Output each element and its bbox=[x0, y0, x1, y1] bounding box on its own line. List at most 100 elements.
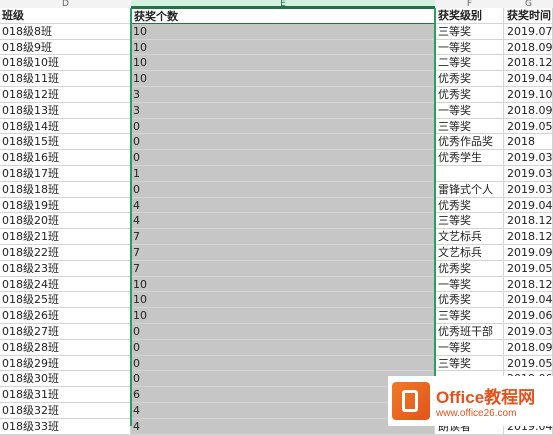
class-cell[interactable]: 018级32班 bbox=[0, 403, 131, 419]
time-cell[interactable]: 2019.04 bbox=[504, 197, 553, 214]
class-cell[interactable]: 018级15班 bbox=[0, 134, 131, 151]
level-cell[interactable]: 一等奖 bbox=[435, 339, 504, 356]
count-cell[interactable]: 7 bbox=[131, 229, 435, 245]
count-cell[interactable]: 3 bbox=[131, 87, 435, 103]
class-cell[interactable]: 018级28班 bbox=[0, 339, 131, 356]
class-cell[interactable]: 018级23班 bbox=[0, 260, 131, 277]
level-cell[interactable]: 优秀奖 bbox=[435, 260, 504, 277]
time-cell[interactable]: 2019.03 bbox=[504, 324, 553, 340]
class-cell[interactable]: 018级11班 bbox=[0, 71, 131, 87]
level-cell[interactable]: 三等奖 bbox=[435, 308, 504, 324]
class-cell[interactable]: 018级16班 bbox=[0, 150, 131, 166]
spreadsheet-grid[interactable]: D E F G 班级 获奖个数 获奖级别 获奖时间 018级8班 10 三等奖 201… bbox=[0, 0, 553, 435]
class-cell[interactable]: 018级26班 bbox=[0, 308, 131, 324]
time-cell[interactable]: 2019.05 bbox=[504, 118, 553, 135]
count-cell[interactable]: 10 bbox=[131, 39, 435, 56]
level-cell[interactable] bbox=[435, 166, 504, 182]
class-cell[interactable]: 018级18班 bbox=[0, 181, 131, 198]
time-cell[interactable]: 2018 bbox=[504, 134, 553, 151]
count-cell[interactable]: 0 bbox=[131, 118, 435, 135]
level-cell[interactable]: 优秀奖 bbox=[435, 292, 504, 309]
class-cell[interactable]: 018级9班 bbox=[0, 39, 131, 56]
level-cell[interactable]: 三等奖 bbox=[435, 213, 504, 230]
level-cell[interactable]: 优秀班干部 bbox=[435, 324, 504, 340]
count-cell[interactable]: 0 bbox=[131, 181, 435, 198]
count-cell[interactable]: 0 bbox=[131, 355, 435, 372]
header-cell-count[interactable]: 获奖个数 bbox=[131, 8, 435, 24]
level-cell[interactable]: 优秀作品奖 bbox=[435, 134, 504, 151]
level-cell[interactable]: 三等奖 bbox=[435, 23, 504, 40]
level-cell[interactable]: 优秀奖 bbox=[435, 197, 504, 214]
time-cell[interactable]: 2019.04 bbox=[504, 292, 553, 309]
class-cell[interactable]: 018级29班 bbox=[0, 355, 131, 372]
time-cell[interactable]: 2018.12 bbox=[504, 229, 553, 245]
level-cell[interactable]: 三等奖 bbox=[435, 355, 504, 372]
class-cell[interactable]: 018级33班 bbox=[0, 418, 131, 435]
time-cell[interactable]: 2018.09 bbox=[504, 39, 553, 56]
time-cell[interactable]: 2019.09 bbox=[504, 245, 553, 261]
time-cell[interactable]: 2019.04 bbox=[504, 71, 553, 87]
class-cell[interactable]: 018级13班 bbox=[0, 102, 131, 119]
level-cell[interactable]: 三等奖 bbox=[435, 118, 504, 135]
class-cell[interactable]: 018级8班 bbox=[0, 23, 131, 40]
class-cell[interactable]: 018级20班 bbox=[0, 213, 131, 230]
level-cell[interactable]: 一等奖 bbox=[435, 102, 504, 119]
class-cell[interactable]: 018级22班 bbox=[0, 245, 131, 261]
class-cell[interactable]: 018级19班 bbox=[0, 197, 131, 214]
level-cell[interactable]: 二等奖 bbox=[435, 55, 504, 72]
count-cell[interactable]: 1 bbox=[131, 166, 435, 182]
time-cell[interactable]: 2019.03 bbox=[504, 150, 553, 166]
column-header-d[interactable]: D bbox=[0, 0, 132, 8]
time-cell[interactable]: 2018.12 bbox=[504, 55, 553, 72]
class-cell[interactable]: 018级24班 bbox=[0, 276, 131, 293]
count-cell[interactable]: 10 bbox=[131, 308, 435, 324]
time-cell[interactable]: 2019.06 bbox=[504, 308, 553, 324]
count-cell[interactable]: 7 bbox=[131, 260, 435, 277]
time-cell[interactable]: 2019.10 bbox=[504, 87, 553, 103]
level-cell[interactable]: 一等奖 bbox=[435, 276, 504, 293]
time-cell[interactable]: 2019.03 bbox=[504, 181, 553, 198]
class-cell[interactable]: 018级27班 bbox=[0, 324, 131, 340]
time-cell[interactable]: 2018.09 bbox=[504, 102, 553, 119]
header-cell-time[interactable]: 获奖时间 bbox=[504, 8, 553, 24]
class-cell[interactable]: 018级25班 bbox=[0, 292, 131, 309]
count-cell[interactable]: 10 bbox=[131, 292, 435, 309]
time-cell[interactable]: 2019.05 bbox=[504, 260, 553, 277]
header-cell-level[interactable]: 获奖级别 bbox=[435, 8, 504, 24]
level-cell[interactable]: 一等奖 bbox=[435, 39, 504, 56]
column-header-g[interactable]: G bbox=[504, 0, 553, 8]
count-cell[interactable]: 0 bbox=[131, 324, 435, 340]
level-cell[interactable]: 雷锋式个人 bbox=[435, 181, 504, 198]
time-cell[interactable]: 2019.03 bbox=[504, 166, 553, 182]
time-cell[interactable]: 2019.07 bbox=[504, 23, 553, 40]
level-cell[interactable]: 优秀学生 bbox=[435, 150, 504, 166]
level-cell[interactable]: 优秀奖 bbox=[435, 71, 504, 87]
column-header-f[interactable]: F bbox=[435, 0, 505, 8]
class-cell[interactable]: 018级31班 bbox=[0, 387, 131, 403]
level-cell[interactable]: 优秀奖 bbox=[435, 87, 504, 103]
count-cell[interactable]: 0 bbox=[131, 134, 435, 151]
class-cell[interactable]: 018级17班 bbox=[0, 166, 131, 182]
count-cell[interactable]: 0 bbox=[131, 150, 435, 166]
time-cell[interactable]: 2018.12 bbox=[504, 276, 553, 293]
count-cell[interactable]: 10 bbox=[131, 55, 435, 72]
count-cell[interactable]: 10 bbox=[131, 276, 435, 293]
class-cell[interactable]: 018级14班 bbox=[0, 118, 131, 135]
time-cell[interactable]: 2018.09 bbox=[504, 339, 553, 356]
header-cell-class[interactable]: 班级 bbox=[0, 8, 131, 24]
count-cell[interactable]: 3 bbox=[131, 102, 435, 119]
level-cell[interactable]: 文艺标兵 bbox=[435, 229, 504, 245]
time-cell[interactable]: 2019.05 bbox=[504, 355, 553, 372]
column-header-e[interactable]: E bbox=[131, 0, 436, 8]
class-cell[interactable]: 018级10班 bbox=[0, 55, 131, 72]
class-cell[interactable]: 018级12班 bbox=[0, 87, 131, 103]
class-cell[interactable]: 018级21班 bbox=[0, 229, 131, 245]
class-cell[interactable]: 018级30班 bbox=[0, 371, 131, 388]
count-cell[interactable]: 4 bbox=[131, 213, 435, 230]
count-cell[interactable]: 0 bbox=[131, 339, 435, 356]
count-cell[interactable]: 10 bbox=[131, 71, 435, 87]
level-cell[interactable]: 文艺标兵 bbox=[435, 245, 504, 261]
time-cell[interactable]: 2018.12 bbox=[504, 213, 553, 230]
count-cell[interactable]: 10 bbox=[131, 23, 435, 40]
count-cell[interactable]: 7 bbox=[131, 245, 435, 261]
